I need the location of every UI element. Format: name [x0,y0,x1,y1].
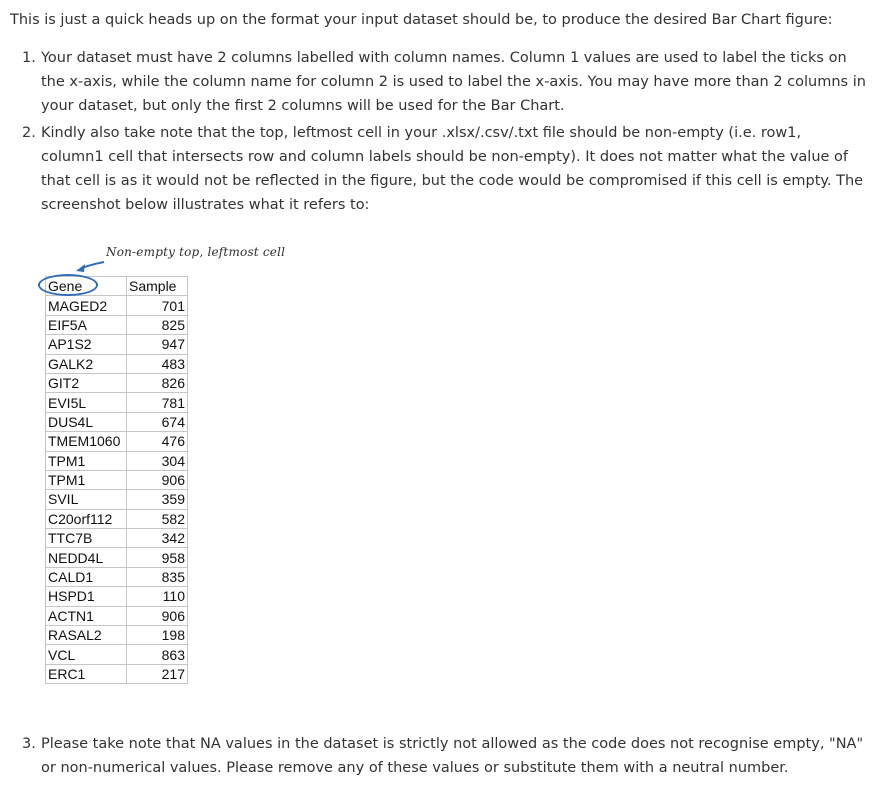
list-number: 2. [22,125,36,141]
header-cell-sample: Sample [126,275,188,297]
table-row: ACTN1 906 [45,605,188,627]
sample-value-cell: 342 [126,528,188,549]
sample-value-cell: 906 [126,605,188,627]
sample-value-cell: 110 [126,586,188,607]
table-row: RASAL2 198 [45,625,188,646]
table-row: AP1S2 947 [45,334,188,355]
gene-cell: C20orf112 [45,508,127,530]
table-row: TPM1 906 [45,469,188,491]
gene-cell: TMEM1060 [45,431,127,452]
table-row: CALD1 835 [45,566,188,588]
sample-value-cell: 826 [126,372,188,394]
table-row: TTC7B 342 [45,528,188,549]
table-row: TPM1 304 [45,450,188,471]
table-row: GIT2 826 [45,372,188,394]
table-row: MAGED2 701 [45,295,188,316]
sample-value-cell: 701 [126,295,188,316]
sample-value-cell: 863 [126,644,188,665]
gene-cell: NEDD4L [45,547,127,568]
table-row: ERC1 217 [45,663,188,685]
gene-cell: RASAL2 [45,625,127,646]
sample-value-cell: 674 [126,411,188,433]
table-row: EVI5L 781 [45,392,188,413]
gene-cell: TPM1 [45,469,127,491]
table-row: VCL 863 [45,644,188,665]
sample-value-cell: 781 [126,392,188,413]
sample-value-cell: 947 [126,334,188,355]
sample-value-cell: 958 [126,547,188,568]
table-row: GALK2 483 [45,353,188,374]
list-item-3: 3. Please take note that NA values in th… [0,732,875,780]
gene-cell: AP1S2 [45,334,127,355]
table-row: DUS4L 674 [45,411,188,433]
sample-value-cell: 304 [126,450,188,471]
gene-cell: SVIL [45,489,127,510]
gene-cell: TTC7B [45,528,127,549]
list-item-text: Kindly also take note that the top, left… [41,125,864,213]
spreadsheet-table: Gene Sample MAGED2 701 EIF5A 825 AP1S2 947 GAL… [45,275,188,685]
table-row: C20orf112 582 [45,508,188,530]
intro-text: This is just a quick heads up on the for… [10,12,833,28]
table-row: HSPD1 110 [45,586,188,607]
list-item-2: 2. Kindly also take note that the top, l… [0,121,875,217]
gene-cell: ACTN1 [45,605,127,627]
table-row: EIF5A 825 [45,314,188,336]
table-row: TMEM1060 476 [45,431,188,452]
list-number: 1. [22,50,36,66]
table-row: SVIL 359 [45,489,188,510]
gene-cell: HSPD1 [45,586,127,607]
list-number: 3. [22,736,36,752]
list-item-1: 1. Your dataset must have 2 columns labe… [0,46,875,118]
annotation-label: Non-empty top, leftmost cell [106,245,286,259]
sample-value-cell: 582 [126,508,188,530]
instruction-list-continued: 3. Please take note that NA values in th… [0,732,875,783]
highlight-ellipse [38,274,98,296]
sample-value-cell: 217 [126,663,188,685]
instruction-list: 1. Your dataset must have 2 columns labe… [0,46,875,220]
sample-value-cell: 476 [126,431,188,452]
spreadsheet-illustration: Non-empty top, leftmost cell Gene Sample… [36,242,296,692]
sample-value-cell: 198 [126,625,188,646]
sample-value-cell: 825 [126,314,188,336]
gene-cell: EIF5A [45,314,127,336]
list-item-text: Your dataset must have 2 columns labelle… [41,50,866,114]
gene-cell: GIT2 [45,372,127,394]
gene-cell: VCL [45,644,127,665]
gene-cell: EVI5L [45,392,127,413]
sample-value-cell: 835 [126,566,188,588]
gene-cell: GALK2 [45,353,127,374]
gene-cell: DUS4L [45,411,127,433]
sample-value-cell: 906 [126,469,188,491]
gene-cell: MAGED2 [45,295,127,316]
table-row: NEDD4L 958 [45,547,188,568]
sample-value-cell: 359 [126,489,188,510]
list-item-text: Please take note that NA values in the d… [41,736,864,776]
gene-cell: ERC1 [45,663,127,685]
sample-value-cell: 483 [126,353,188,374]
gene-cell: TPM1 [45,450,127,471]
gene-cell: CALD1 [45,566,127,588]
